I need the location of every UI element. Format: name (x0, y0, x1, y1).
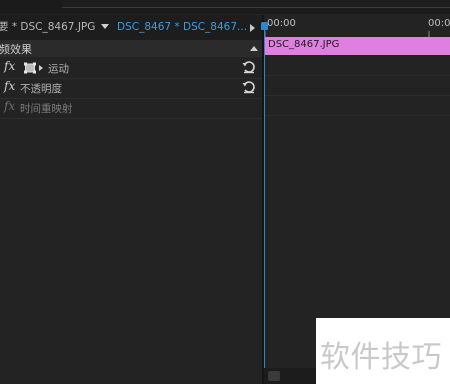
top-strip (0, 0, 450, 14)
clip-label: DSC_8467.JPG (268, 39, 340, 50)
scrollbar-thumb[interactable] (268, 371, 280, 381)
timecode-end: 00:00 (428, 18, 450, 29)
video-effects-header[interactable]: 频效果 (0, 40, 263, 57)
collapse-up-icon[interactable] (250, 46, 258, 51)
playhead-line[interactable] (264, 25, 265, 370)
watermark-text: 软件技巧 (320, 340, 442, 375)
effect-row-time-remapping[interactable]: fx 时间重映射 (0, 98, 263, 119)
play-arrow-icon[interactable] (250, 24, 255, 32)
reset-icon[interactable] (241, 79, 257, 95)
effect-label-opacity: 不透明度 (20, 83, 62, 95)
effect-label-motion: 运动 (48, 63, 69, 75)
fx-icon[interactable]: fx (4, 59, 15, 73)
tab-sequence-clip[interactable]: DSC_8467 * DSC_8467... (117, 19, 247, 35)
transform-box-icon[interactable] (24, 62, 44, 74)
fx-icon: fx (4, 99, 16, 113)
panel-tab-bar: 要 * DSC_8467.JPG DSC_8467 * DSC_8467... (0, 15, 263, 40)
effect-row-opacity[interactable]: fx 不透明度 (0, 78, 263, 99)
effect-row-motion[interactable]: fx 运动 (0, 58, 263, 79)
effect-label-time-remapping: 时间重映射 (20, 103, 73, 115)
reset-icon[interactable] (241, 59, 257, 75)
watermark: 软件技巧 (316, 318, 450, 384)
lane-motion (264, 56, 450, 76)
timecode-start: 00:00 (267, 18, 296, 29)
tab-master-clip[interactable]: 要 * DSC_8467.JPG (0, 19, 95, 35)
section-title: 频效果 (0, 43, 32, 56)
fx-icon[interactable]: fx (4, 79, 15, 93)
lane-time-remapping (264, 96, 450, 116)
chevron-down-icon[interactable] (101, 24, 109, 29)
time-ruler[interactable]: 00:00 00:00 (264, 15, 450, 39)
playhead-handle-icon[interactable] (261, 22, 268, 30)
effect-controls-panel: 频效果 fx 运动 fx 不透明度 fx 时间重映射 (0, 40, 263, 384)
lane-opacity (264, 76, 450, 96)
top-strip-segment (62, 0, 450, 8)
timeline-clip[interactable]: DSC_8467.JPG (264, 37, 450, 55)
